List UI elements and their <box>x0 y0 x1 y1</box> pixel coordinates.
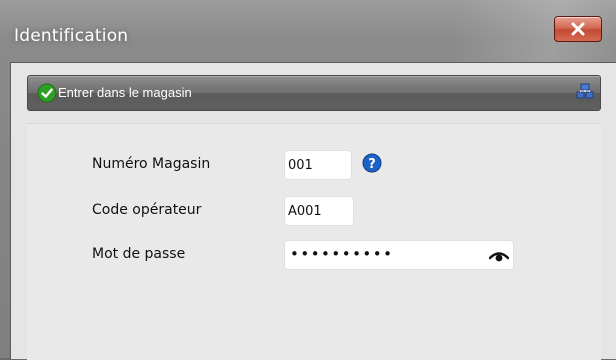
store-number-label: Numéro Magasin <box>92 156 211 172</box>
eye-icon[interactable] <box>489 249 509 263</box>
network-icon[interactable] <box>576 83 594 101</box>
operator-code-label: Code opérateur <box>92 202 202 218</box>
operator-code-value: A001 <box>288 203 322 219</box>
panel-header: Entrer dans le magasin <box>27 75 601 111</box>
help-icon[interactable]: ? <box>362 153 382 173</box>
store-number-value: 001 <box>288 157 313 173</box>
close-icon <box>571 22 585 36</box>
password-label: Mot de passe <box>92 246 186 262</box>
close-button[interactable] <box>554 16 602 42</box>
password-field[interactable]: •••••••••• <box>284 240 514 270</box>
check-circle-icon <box>37 83 57 103</box>
password-value: •••••••••• <box>290 245 394 263</box>
panel-title: Entrer dans le magasin <box>58 85 192 100</box>
window-frame: Identification Entrer dans le magasin Nu… <box>0 0 616 360</box>
svg-text:?: ? <box>368 157 376 172</box>
store-number-field[interactable]: 001 <box>284 150 352 180</box>
operator-code-field[interactable]: A001 <box>284 196 354 226</box>
window-title: Identification <box>14 26 129 46</box>
